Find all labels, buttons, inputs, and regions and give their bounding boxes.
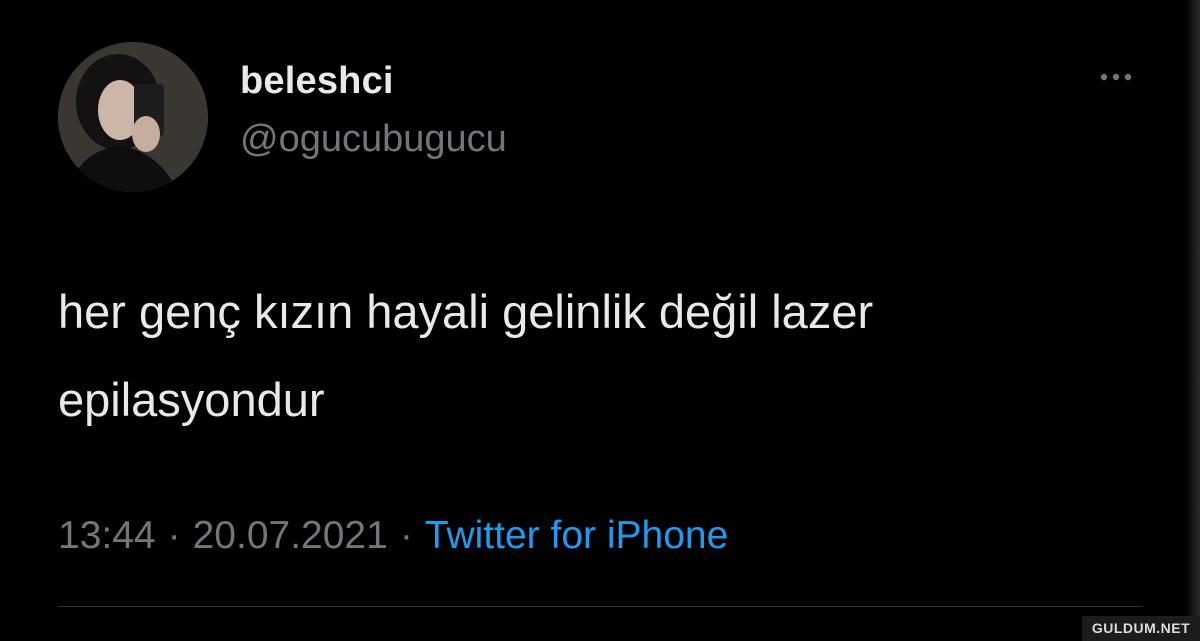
tweet-meta: 13:44 · 20.07.2021 · Twitter for iPhone <box>58 514 728 558</box>
tweet-card: beleshci @ogucubugucu her genç kızın hay… <box>0 0 1200 641</box>
author-display-name[interactable]: beleshci <box>240 60 394 103</box>
author-handle[interactable]: @ogucubugucu <box>240 118 507 161</box>
watermark: GULDUM.NET <box>1082 616 1200 641</box>
more-options-button[interactable] <box>1092 62 1140 92</box>
more-horizontal-icon <box>1100 73 1132 81</box>
meta-separator: · <box>167 514 181 557</box>
tweet-source-link[interactable]: Twitter for iPhone <box>425 514 728 557</box>
meta-separator: · <box>399 514 413 557</box>
profile-photo-icon <box>58 42 208 192</box>
tweet-text: her genç kızın hayali gelinlik değil laz… <box>58 285 874 426</box>
tweet-date[interactable]: 20.07.2021 <box>193 514 388 557</box>
author-avatar[interactable] <box>58 42 208 192</box>
divider <box>58 606 1143 607</box>
tweet-time[interactable]: 13:44 <box>58 514 156 557</box>
scrollbar-edge <box>1186 0 1200 641</box>
